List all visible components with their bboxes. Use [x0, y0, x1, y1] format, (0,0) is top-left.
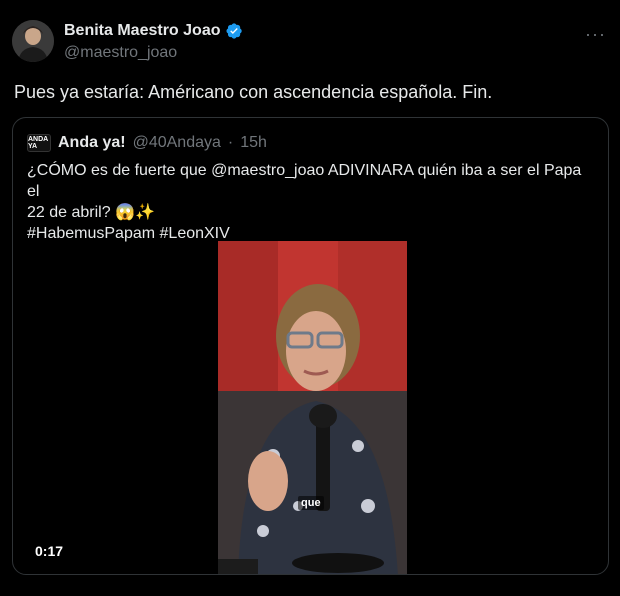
quoted-tweet[interactable]: ANDA YA Anda ya! @40Andaya · 15h ¿CÓMO e… — [12, 117, 609, 575]
quoted-author-name[interactable]: Anda ya! — [58, 134, 126, 152]
tweet-header: Benita Maestro Joao @maestro_joao ··· — [0, 0, 620, 70]
quoted-text-line-2: 22 de abril? 😱✨ — [27, 204, 155, 221]
video-caption: que — [298, 496, 324, 510]
separator-dot: · — [227, 134, 234, 151]
video-frame — [218, 241, 407, 574]
tweet-text: Pues ya estaría: Américano con ascendenc… — [14, 82, 493, 102]
author-handle[interactable]: @maestro_joao — [64, 44, 177, 62]
quoted-timestamp[interactable]: 15h — [240, 134, 267, 152]
author-avatar[interactable] — [12, 20, 54, 62]
quoted-author-handle[interactable]: @40Andaya — [133, 134, 221, 152]
author-name[interactable]: Benita Maestro Joao — [64, 22, 220, 40]
quoted-author-avatar[interactable]: ANDA YA — [27, 134, 51, 152]
quoted-text: ¿CÓMO es de fuerte que @maestro_joao ADI… — [27, 160, 597, 244]
video-duration: 0:17 — [35, 543, 64, 559]
quoted-text-line-1: ¿CÓMO es de fuerte que @maestro_joao ADI… — [27, 162, 582, 200]
more-options-icon[interactable]: ··· — [585, 24, 606, 45]
verified-badge-icon — [226, 23, 243, 39]
video-player[interactable]: que — [218, 241, 407, 574]
